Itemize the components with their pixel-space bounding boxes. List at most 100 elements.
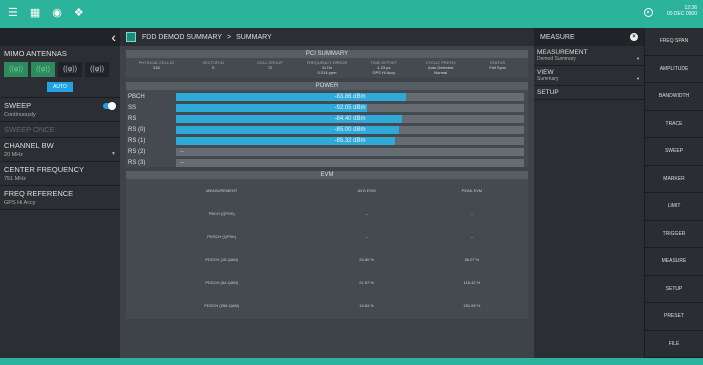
setup-button[interactable]: SETUP xyxy=(534,86,644,100)
breadcrumb-separator: > xyxy=(226,33,232,41)
tab-measure[interactable]: MEASURE xyxy=(645,248,703,276)
center-frequency-section[interactable]: CENTER FREQUENCY 751 MHz xyxy=(0,162,120,186)
setup-label: SETUP xyxy=(537,89,559,96)
mimo-title: MIMO ANTENNAS xyxy=(4,49,67,58)
power-label: RS (0) xyxy=(128,126,146,133)
tab-trace[interactable]: TRACE xyxy=(645,111,703,138)
evm-table: MEASUREMENT AVG EVM PEAK EVM PBCH (QPSK)… xyxy=(126,179,528,317)
pci-cyclic-prefix: CYCLIC PREFIX Auto Detected Normal xyxy=(425,60,456,75)
power-row: RS -84.40 dBm xyxy=(126,114,528,123)
evm-peak: 116.42 % xyxy=(463,280,481,285)
view-dropdown[interactable]: VIEW Summary ▼ xyxy=(534,66,644,86)
power-value: -- xyxy=(180,148,184,155)
power-value: -- xyxy=(180,159,184,166)
breadcrumb-root[interactable]: FDD DEMOD SUMMARY xyxy=(142,34,222,41)
power-label: RS (3) xyxy=(128,159,146,166)
sweep-once-section[interactable]: SWEEP ONCE xyxy=(0,122,120,138)
tab-sweep[interactable]: SWEEP xyxy=(645,138,703,166)
power-label: PBCH xyxy=(128,93,145,100)
tab-bandwidth[interactable]: BANDWIDTH xyxy=(645,83,703,111)
tab-marker[interactable]: MARKER xyxy=(645,166,703,193)
antenna-2-button[interactable]: ((φ)) xyxy=(31,62,55,77)
gps-icon xyxy=(644,8,653,17)
info-icon[interactable]: ❖ xyxy=(74,6,84,20)
evm-measurement: PDSCH (QPSK) xyxy=(207,234,237,239)
antenna-3-button[interactable]: ((φ)) xyxy=(58,62,82,77)
power-bar-track: -85.32 dBm xyxy=(176,136,524,145)
power-row: RS (0) -85.00 dBm xyxy=(126,125,528,134)
sweep-section[interactable]: SWEEP Continuously xyxy=(0,98,120,122)
freq-reference-title: FREQ REFERENCE xyxy=(4,189,74,198)
evm-avg: 15.84 % xyxy=(359,303,374,308)
tab-setup[interactable]: SETUP xyxy=(645,276,703,303)
tab-limit[interactable]: LIMIT xyxy=(645,193,703,221)
evm-avg: 26.80 % xyxy=(359,257,374,262)
grid-icon[interactable]: ▦ xyxy=(30,6,40,20)
measurement-value: Demod Summary xyxy=(537,56,576,62)
evm-peak: 56.07 % xyxy=(464,257,480,262)
power-value: -83.86 dBm xyxy=(334,93,366,100)
evm-peak: 291.59 % xyxy=(463,303,481,308)
tab-amplitude[interactable]: AMPLITUDE xyxy=(645,56,703,83)
evm-title: EVM xyxy=(126,171,528,179)
table-row: PDSCH (256-QAM) 15.84 % 291.59 % xyxy=(126,294,528,317)
tab-file[interactable]: FILE xyxy=(645,331,703,358)
sweep-value: Continuously xyxy=(4,112,36,118)
sweep-once-button[interactable]: SWEEP ONCE xyxy=(4,125,116,134)
table-row: PDSCH (QPSK) -- -- xyxy=(126,225,528,248)
chevron-down-icon: ▼ xyxy=(636,76,640,81)
freq-reference-section[interactable]: FREQ REFERENCE GPS Hi Accy xyxy=(0,186,120,210)
power-label: RS (1) xyxy=(128,137,146,144)
auto-button[interactable]: AUTO xyxy=(47,82,73,92)
sweep-toggle[interactable] xyxy=(103,102,116,110)
bottom-status-bar xyxy=(0,358,703,365)
power-value: -92.05 dBm xyxy=(334,104,366,111)
evm-measurement: PDSCH (256-QAM) xyxy=(204,303,240,308)
evm-header-measurement: MEASUREMENT xyxy=(206,188,238,193)
pci-physical-cell-id: PHYSICAL CELL ID 216 xyxy=(138,60,175,70)
channel-bw-section[interactable]: CHANNEL BW 20 MHz ▼ xyxy=(0,138,120,162)
tab-trigger[interactable]: TRIGGER xyxy=(645,221,703,248)
tab-freq-span[interactable]: FREQ SPAN xyxy=(645,28,703,56)
measurement-label: MEASUREMENT xyxy=(537,49,588,56)
pci-summary-panel: PCI SUMMARY PHYSICAL CELL ID 216 SECTOR I… xyxy=(126,50,528,78)
tab-preset[interactable]: PRESET xyxy=(645,303,703,331)
power-bar-track: -83.86 dBm xyxy=(176,92,524,101)
back-chevron-icon[interactable]: ‹ xyxy=(111,29,116,45)
evm-panel: EVM MEASUREMENT AVG EVM PEAK EVM PBCH (Q… xyxy=(126,171,528,319)
power-row: RS (3) -- xyxy=(126,158,528,167)
evm-header-row: MEASUREMENT AVG EVM PEAK EVM xyxy=(126,179,528,202)
pci-status: STATUS Full Sync xyxy=(489,60,506,70)
power-row: RS (1) -85.32 dBm xyxy=(126,136,528,145)
power-title: POWER xyxy=(126,82,528,90)
camera-icon[interactable]: ◉ xyxy=(52,6,62,20)
evm-measurement: PBCH (QPSK) xyxy=(208,211,235,216)
center-frequency-title: CENTER FREQUENCY xyxy=(4,165,85,174)
freq-reference-value: GPS Hi Accy xyxy=(4,200,36,206)
date: 00 DEC 0000 xyxy=(666,11,697,17)
power-label: SS xyxy=(128,104,137,111)
antenna-1-button[interactable]: ((φ)) xyxy=(4,62,28,77)
evm-measurement: PDSCH (16-QAM) xyxy=(205,257,239,262)
power-row: SS -92.05 dBm xyxy=(126,103,528,112)
evm-avg: -- xyxy=(365,211,368,216)
main-content: FDD DEMOD SUMMARY > SUMMARY PCI SUMMARY … xyxy=(120,28,534,358)
power-label: RS (2) xyxy=(128,148,146,155)
power-bar-track: -84.40 dBm xyxy=(176,114,524,123)
left-panel: ‹ MIMO ANTENNAS ((φ)) ((φ)) ((φ)) ((φ)) … xyxy=(0,28,120,358)
measurement-dropdown[interactable]: MEASUREMENT Demod Summary ▼ xyxy=(534,46,644,66)
center-frequency-value: 751 MHz xyxy=(4,176,27,182)
evm-header-avg: AVG EVM xyxy=(357,188,376,193)
power-panel: POWER PBCH -83.86 dBm SS -92.05 dBm RS -84.40… xyxy=(126,82,528,167)
evm-measurement: PDSCH (64-QAM) xyxy=(205,280,239,285)
top-status-bar: ☰ ▦ ◉ ❖ 12:36 00 DEC 0000 xyxy=(0,0,703,28)
evm-header-peak: PEAK EVM xyxy=(461,188,483,193)
close-icon[interactable]: × xyxy=(630,33,638,41)
menu-icon[interactable]: ☰ xyxy=(8,6,18,20)
app-logo-icon xyxy=(126,32,136,42)
antenna-4-button[interactable]: ((φ)) xyxy=(85,62,109,77)
pci-cell-group: CELL GROUP 72 xyxy=(257,60,283,70)
power-value: -85.00 dBm xyxy=(334,126,366,133)
measure-title: MEASURE xyxy=(540,33,575,41)
table-row: PBCH (QPSK) -- -- xyxy=(126,202,528,225)
